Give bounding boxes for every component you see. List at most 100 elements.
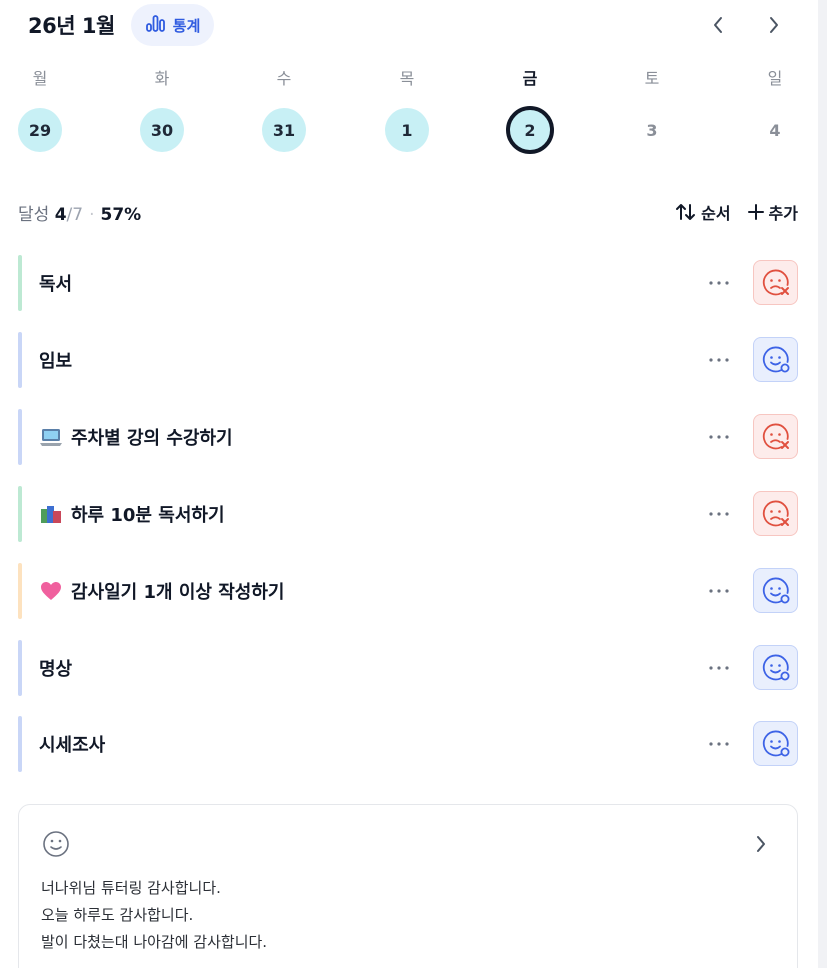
- smile-face-check-icon: [762, 346, 789, 372]
- ellipsis-icon: [709, 358, 729, 362]
- ellipsis-icon: [709, 589, 729, 593]
- habit-item[interactable]: 시세조사: [18, 716, 798, 772]
- habit-item[interactable]: 명상: [18, 640, 798, 696]
- habit-status-button[interactable]: [753, 260, 798, 305]
- achievement-text: 달성 4/7 · 57%: [18, 200, 141, 225]
- ellipsis-icon: [709, 512, 729, 516]
- achievement-label: 달성: [18, 204, 50, 225]
- ellipsis-icon: [709, 435, 729, 439]
- ellipsis-icon: [709, 742, 729, 746]
- prev-week-button[interactable]: [704, 3, 732, 47]
- more-options-button[interactable]: [705, 346, 733, 374]
- stats-button[interactable]: 통계: [130, 4, 215, 46]
- ellipsis-icon: [709, 281, 729, 285]
- habit-title: 독서: [39, 274, 73, 295]
- sort-arrows-icon: [676, 204, 696, 220]
- separator-dot: ·: [89, 204, 95, 225]
- date-button[interactable]: 31: [262, 108, 306, 152]
- plus-icon: [747, 204, 764, 220]
- chevron-left-icon: [714, 17, 722, 33]
- habit-color-bar: [18, 409, 22, 465]
- habit-color-bar: [18, 486, 22, 542]
- habit-color-bar: [18, 255, 22, 311]
- today-date-button[interactable]: 2: [506, 106, 554, 154]
- habit-item[interactable]: 임보: [18, 332, 798, 388]
- day-thu: 목 1: [377, 64, 437, 152]
- weekday-label: 목: [399, 69, 415, 88]
- sort-button[interactable]: 순서: [675, 200, 731, 224]
- heart-icon: [39, 579, 63, 603]
- habit-title: 하루 10분 독서하기: [71, 505, 225, 526]
- diary-line: 발이 다쳤는대 나아감에 감사합니다.: [41, 933, 268, 951]
- scrollbar-track[interactable]: [818, 0, 827, 968]
- sad-face-x-icon: [762, 423, 789, 449]
- calendar-header: 26년 1월 통계: [28, 3, 788, 47]
- month-title: 26년 1월: [28, 14, 115, 38]
- open-diary-button[interactable]: [751, 831, 771, 857]
- sort-label: 순서: [701, 204, 731, 223]
- date-button[interactable]: 4: [753, 108, 797, 152]
- laptop-icon: [39, 425, 63, 449]
- achievement-summary: 달성 4/7 · 57% 순서 추가: [18, 198, 798, 226]
- weekday-label: 화: [154, 69, 170, 88]
- date-button[interactable]: 30: [140, 108, 184, 152]
- more-options-button[interactable]: [705, 654, 733, 682]
- sad-face-x-icon: [762, 500, 789, 526]
- habit-title: 시세조사: [39, 735, 106, 756]
- diary-line: 너나위님 튜터링 감사합니다.: [41, 879, 221, 897]
- books-icon: [39, 502, 63, 526]
- bar-chart-icon: [145, 14, 167, 36]
- smile-face-check-icon: [762, 654, 789, 680]
- date-button[interactable]: 3: [630, 108, 674, 152]
- achievement-done: 4: [54, 204, 67, 225]
- diary-line: 오늘 하루도 감사합니다.: [41, 906, 194, 924]
- stats-label: 통계: [172, 16, 201, 35]
- habit-item[interactable]: 독서: [18, 255, 798, 311]
- habit-item[interactable]: 하루 10분 독서하기: [18, 486, 798, 542]
- habit-status-button[interactable]: [753, 721, 798, 766]
- habit-item[interactable]: 주차별 강의 수강하기: [18, 409, 798, 465]
- habit-color-bar: [18, 716, 22, 772]
- habit-color-bar: [18, 563, 22, 619]
- smile-face-check-icon: [762, 577, 789, 603]
- day-sun: 일 4: [745, 64, 805, 152]
- date-button[interactable]: 29: [18, 108, 62, 152]
- date-button[interactable]: 1: [385, 108, 429, 152]
- weekday-label: 수: [276, 69, 292, 88]
- more-options-button[interactable]: [705, 269, 733, 297]
- habit-title: 감사일기 1개 이상 작성하기: [71, 582, 285, 603]
- habit-status-button[interactable]: [753, 645, 798, 690]
- chevron-right-icon: [757, 836, 765, 852]
- day-fri: 금 2: [500, 64, 560, 154]
- smile-icon: [41, 829, 71, 859]
- habit-color-bar: [18, 640, 22, 696]
- habit-title: 명상: [39, 659, 73, 680]
- ellipsis-icon: [709, 666, 729, 670]
- week-navigation: [704, 3, 788, 47]
- habit-color-bar: [18, 332, 22, 388]
- diary-entries: 너나위님 튜터링 감사합니다. 오늘 하루도 감사합니다. 발이 다쳤는대 나아…: [41, 875, 267, 956]
- more-options-button[interactable]: [705, 423, 733, 451]
- weekday-label: 금: [522, 69, 538, 88]
- add-label: 추가: [768, 204, 798, 223]
- add-habit-button[interactable]: 추가: [747, 200, 798, 224]
- achievement-percent: 57%: [100, 204, 142, 225]
- habit-status-button[interactable]: [753, 491, 798, 536]
- list-actions: 순서 추가: [675, 198, 798, 226]
- weekday-label: 월: [32, 69, 48, 88]
- habit-item[interactable]: 감사일기 1개 이상 작성하기: [18, 563, 798, 619]
- habit-status-button[interactable]: [753, 414, 798, 459]
- habit-status-button[interactable]: [753, 568, 798, 613]
- more-options-button[interactable]: [705, 577, 733, 605]
- more-options-button[interactable]: [705, 730, 733, 758]
- habit-status-button[interactable]: [753, 337, 798, 382]
- next-week-button[interactable]: [760, 3, 788, 47]
- day-wed: 수 31: [254, 64, 314, 152]
- gratitude-diary-card[interactable]: 너나위님 튜터링 감사합니다. 오늘 하루도 감사합니다. 발이 다쳤는대 나아…: [18, 804, 798, 968]
- more-options-button[interactable]: [705, 500, 733, 528]
- day-sat: 토 3: [622, 64, 682, 152]
- day-mon: 월 29: [10, 64, 70, 152]
- achievement-total: /7: [66, 204, 84, 225]
- habit-title: 임보: [39, 351, 73, 372]
- sad-face-x-icon: [762, 269, 789, 295]
